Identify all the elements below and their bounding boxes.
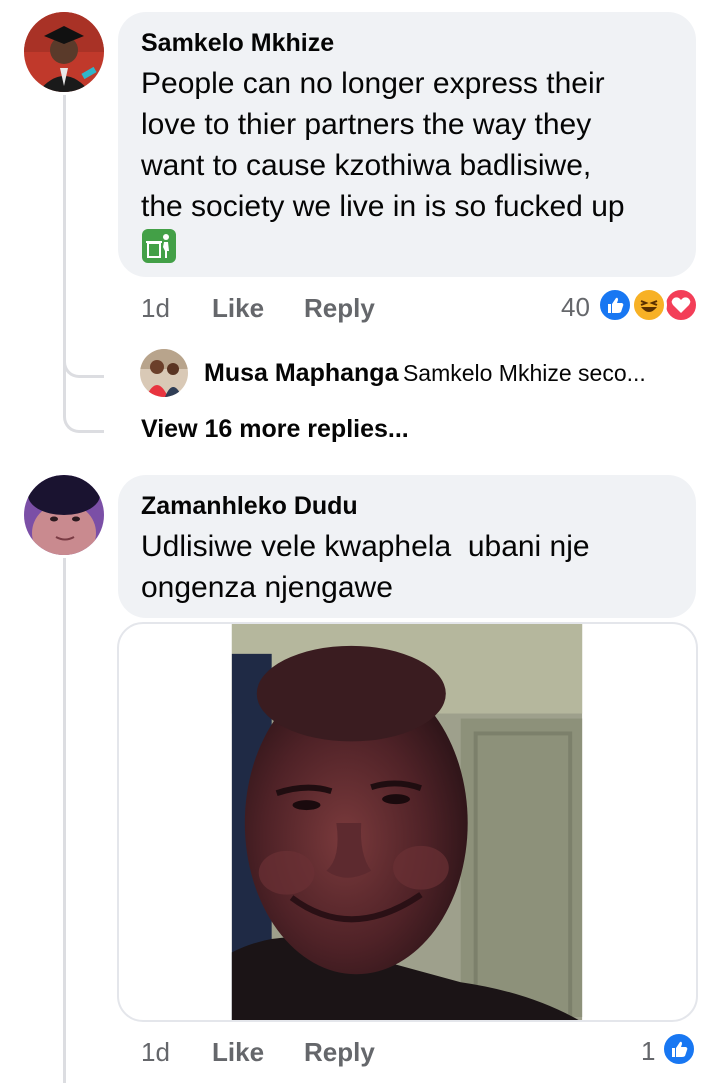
comment-bubble[interactable]: Zamanhleko Dudu Udlisiwe vele kwaphela u… xyxy=(118,475,696,618)
comment-author[interactable]: Samkelo Mkhize xyxy=(141,29,334,58)
comment-time[interactable]: 1d xyxy=(141,293,170,324)
comment-author[interactable]: Zamanhleko Dudu xyxy=(141,492,358,521)
reply-text: Samkelo Mkhize seco... xyxy=(402,360,646,386)
love-icon xyxy=(663,287,699,323)
like-icon[interactable] xyxy=(661,1031,697,1067)
reply-preview[interactable]: Musa Maphanga Samkelo Mkhize seco... xyxy=(204,359,646,388)
comment-text-line: the society we live in is so fucked up xyxy=(141,190,625,223)
avatar[interactable] xyxy=(24,475,104,555)
comment-text-line: People can no longer express their xyxy=(141,67,605,100)
reaction-count[interactable]: 40 xyxy=(561,292,590,323)
thread-connector xyxy=(63,385,104,433)
comment-text: Udlisiwe vele kwaphela ubani nje ongenza… xyxy=(141,526,686,608)
like-button[interactable]: Like xyxy=(212,293,264,324)
avatar[interactable] xyxy=(140,349,188,397)
reply-author[interactable]: Musa Maphanga xyxy=(204,359,398,387)
view-more-replies-link[interactable]: View 16 more replies... xyxy=(141,415,409,444)
like-button[interactable]: Like xyxy=(212,1037,264,1068)
comment-text: People can no longer express their love … xyxy=(141,63,686,227)
comment-text-line: love to thier partners the way they xyxy=(141,108,592,141)
comment-bubble[interactable]: Samkelo Mkhize People can no longer expr… xyxy=(118,12,696,277)
avatar[interactable] xyxy=(24,12,104,92)
reply-button[interactable]: Reply xyxy=(304,1037,375,1068)
litter-bin-icon xyxy=(142,229,176,263)
reply-button[interactable]: Reply xyxy=(304,293,375,324)
comment-photo-attachment[interactable] xyxy=(117,622,698,1022)
haha-icon xyxy=(631,287,667,323)
comment-text-line: ongenza njengawe xyxy=(141,571,393,604)
like-icon xyxy=(597,287,633,323)
comment-time[interactable]: 1d xyxy=(141,1037,170,1068)
comment-text-line: want to cause kzothiwa badlisiwe, xyxy=(141,149,592,182)
photo-of-smiling-man xyxy=(231,624,583,1020)
reaction-count[interactable]: 1 xyxy=(641,1036,655,1067)
thread-line xyxy=(63,558,66,1083)
thread-connector xyxy=(63,330,104,378)
comment-text-line: Udlisiwe vele kwaphela ubani nje xyxy=(141,530,590,563)
